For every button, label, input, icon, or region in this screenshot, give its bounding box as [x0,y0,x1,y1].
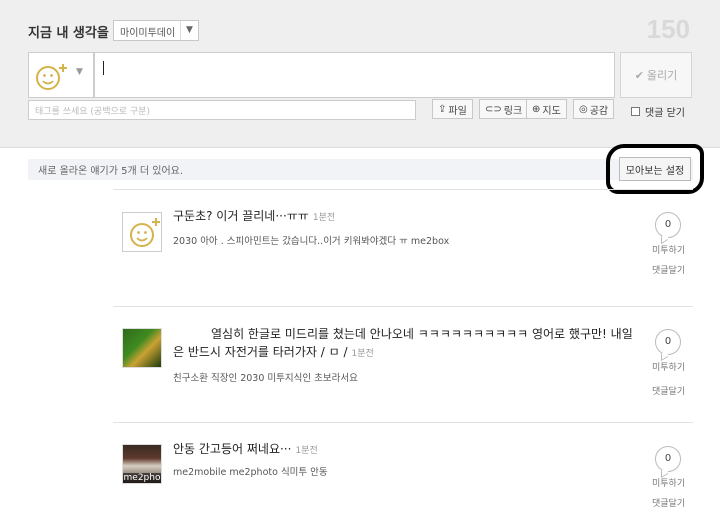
chevron-down-icon: ▼ [76,67,83,77]
post-time[interactable]: 1분전 [295,446,317,456]
char-count: 150 [646,14,690,44]
post-text: 열심히 한글로 미드리를 쳤는데 안나오네 ㅋㅋㅋㅋㅋㅋㅋㅋㅋㅋ 영어로 했구만… [173,327,633,359]
me2-type-value: 마이미투데이 [120,28,176,39]
avatar-picker[interactable]: ▼ [28,52,94,98]
post-tags[interactable]: 친구소환 직장인 2030 미투지식인 초보라서요 [173,370,358,384]
divider [113,306,693,307]
empathy-button-label: 공감 [589,105,609,117]
tag-input[interactable]: 태그를 쓰세요 (공백으로 구분) [28,100,416,120]
new-posts-notice[interactable]: 새로 올라온 얘기가 5개 더 있어요. [28,159,693,180]
reply-link[interactable]: 댓글달기 [652,384,685,397]
empathy-button[interactable]: ◎ 공감 [573,99,615,119]
check-icon: ✔ [634,68,644,82]
smiley-icon [130,218,160,247]
hand-drawn-circle [606,144,704,194]
avatar[interactable]: me2pho [122,444,162,484]
chevron-down-icon: ▼ [180,21,198,40]
new-posts-text: 새로 올라온 얘기가 5개 더 있어요. [38,166,184,177]
avatar[interactable] [122,212,162,252]
map-button-label: 지도 [542,105,561,117]
me2-count-bubble[interactable]: 0 [655,446,681,472]
post-text: 구둔초? 이거 끌리네···ㅠㅠ [173,209,309,223]
post-body: 안동 간고등어 쩌네요··· 1분전 [173,440,643,460]
me2-link[interactable]: 미투하기 [652,476,685,489]
avatar[interactable] [122,328,162,368]
reply-close-label: 댓글 닫기 [645,108,685,119]
post-textarea[interactable] [94,52,615,98]
upload-icon: ⇪ [438,103,447,115]
photo-label: me2pho [123,473,161,483]
me2-link[interactable]: 미투하기 [652,243,685,256]
link-icon: ⊂⊃ [485,103,502,115]
text-caret [103,61,104,75]
post-tags[interactable]: 2030 아아 . 스피아민트는 갔습니다..이거 키워봐야겠다 ㅠ me2bo… [173,233,449,247]
map-icon: ⊕ [532,103,541,115]
post-button[interactable]: ✔ 올리기 [620,52,692,98]
reply-close-toggle[interactable]: 댓글 닫기 [631,104,685,119]
divider [113,422,693,423]
post-time[interactable]: 1분전 [313,213,335,223]
map-button[interactable]: ⊕ 지도 [526,99,567,119]
link-button[interactable]: ⊂⊃ 링크 [479,99,529,119]
empathy-icon: ◎ [579,103,588,115]
compose-area: 지금 내 생각을 마이미투데이 ▼ 150 ▼ ✔ 올리기 태그를 쓰세요 (공… [0,0,720,148]
me2-count-bubble[interactable]: 0 [655,212,681,238]
file-button[interactable]: ⇪ 파일 [432,99,473,119]
compose-title: 지금 내 생각을 [28,26,109,41]
post-button-label: 올리기 [646,69,678,82]
divider [113,189,693,190]
reply-link[interactable]: 댓글달기 [652,496,685,509]
post-text: 안동 간고등어 쩌네요··· [173,442,292,456]
smiley-plus-icon [36,64,67,90]
post-body: 구둔초? 이거 끌리네···ㅠㅠ 1분전 [173,207,643,227]
post-tags[interactable]: me2mobile me2photo 식미투 안동 [173,464,328,478]
reply-link[interactable]: 댓글달기 [652,263,685,276]
me2-count-bubble[interactable]: 0 [655,329,681,355]
me2-type-select[interactable]: 마이미투데이 ▼ [113,20,199,41]
file-button-label: 파일 [448,105,467,117]
link-button-label: 링크 [503,105,523,117]
me2-link[interactable]: 미투하기 [652,360,685,373]
reply-close-checkbox[interactable] [631,107,640,116]
post-body: 열심히 한글로 미드리를 쳤는데 안나오네 ㅋㅋㅋㅋㅋㅋㅋㅋㅋㅋ 영어로 했구만… [173,325,643,363]
post-time[interactable]: 1분전 [352,349,374,359]
